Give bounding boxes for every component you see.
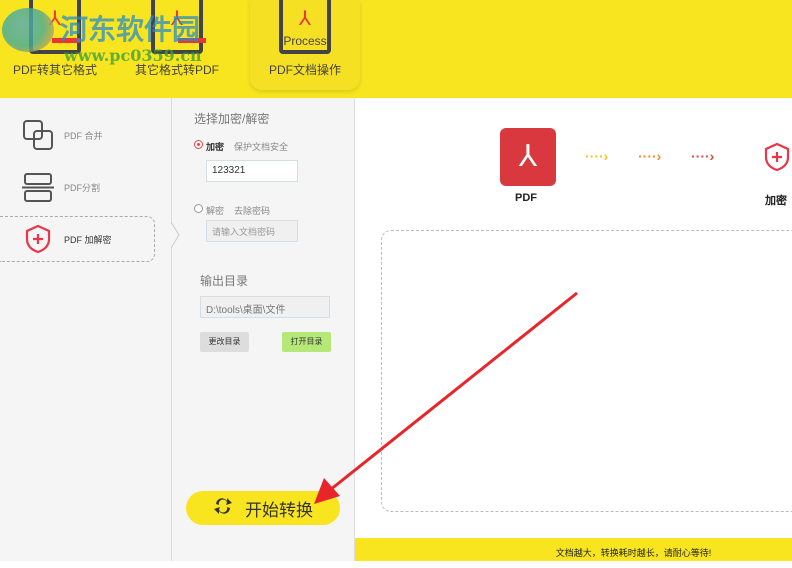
tool-pdf-operations[interactable]: ⅄ Process PDF文档操作 [250, 0, 360, 90]
tool-label: PDF文档操作 [268, 63, 341, 77]
document-icon: ⅄ [29, 0, 81, 54]
annotation-arrow [314, 291, 578, 504]
sidebar-item-label: PDF分割 [64, 182, 101, 193]
shield-icon [763, 142, 791, 177]
options-title: 选择加密/解密 [194, 112, 270, 126]
tool-label: PDF转其它格式 [12, 63, 97, 77]
pdf-file-icon: ⅄ [500, 128, 556, 186]
encrypt-label: 加密 [206, 142, 225, 152]
encrypt-radio[interactable] [194, 140, 203, 149]
flow-arrow-icon: ····› [691, 148, 715, 164]
arrow-icon [178, 38, 206, 43]
sidebar: PDF 合并 PDF分割 PDF 加解密 [0, 98, 172, 561]
flow-to-label: 加密 [765, 195, 787, 207]
panel-pointer [171, 222, 180, 248]
shield-icon [22, 223, 54, 255]
decrypt-password-input[interactable]: 请输入文档密码 [206, 220, 298, 242]
sidebar-item-label: PDF 合并 [64, 130, 103, 141]
flow-from-label: PDF [515, 192, 537, 204]
flow-arrow-icon: ····› [585, 148, 609, 164]
decrypt-desc: 去除密码 [234, 206, 271, 216]
encrypt-desc: 保护文档安全 [234, 142, 289, 152]
process-text: Process [283, 34, 327, 48]
tool-pdf-to-other[interactable]: ⅄ PDF转其它格式 [0, 0, 110, 90]
output-title: 输出目录 [200, 274, 249, 288]
decrypt-label: 解密 [206, 206, 225, 216]
document-icon: ⅄ [151, 0, 203, 54]
change-dir-button[interactable]: 更改目录 [200, 332, 249, 352]
split-icon [22, 171, 54, 203]
sidebar-item-merge[interactable]: PDF 合并 [0, 112, 155, 158]
tool-other-to-pdf[interactable]: ⅄ 其它格式转PDF [122, 0, 232, 90]
arrow-icon [52, 38, 80, 43]
decrypt-radio[interactable] [194, 204, 203, 213]
merge-icon [22, 119, 54, 151]
status-bar: 文档越大，转换耗时越长，请耐心等待! [355, 538, 792, 561]
top-toolbar: ⅄ PDF转其它格式 ⅄ 其它格式转PDF ⅄ Process PDF文档操作 河… [0, 0, 792, 98]
convert-icon [213, 496, 233, 521]
flow-arrow-icon: ····› [638, 148, 662, 164]
sidebar-item-encrypt[interactable]: PDF 加解密 [0, 216, 155, 262]
sidebar-item-split[interactable]: PDF分割 [0, 164, 155, 210]
pdf-process-icon: ⅄ Process [279, 0, 331, 54]
tool-label: 其它格式转PDF [134, 63, 219, 77]
sidebar-item-label: PDF 加解密 [64, 234, 112, 245]
encrypt-password-input[interactable]: 123321 [206, 160, 298, 182]
